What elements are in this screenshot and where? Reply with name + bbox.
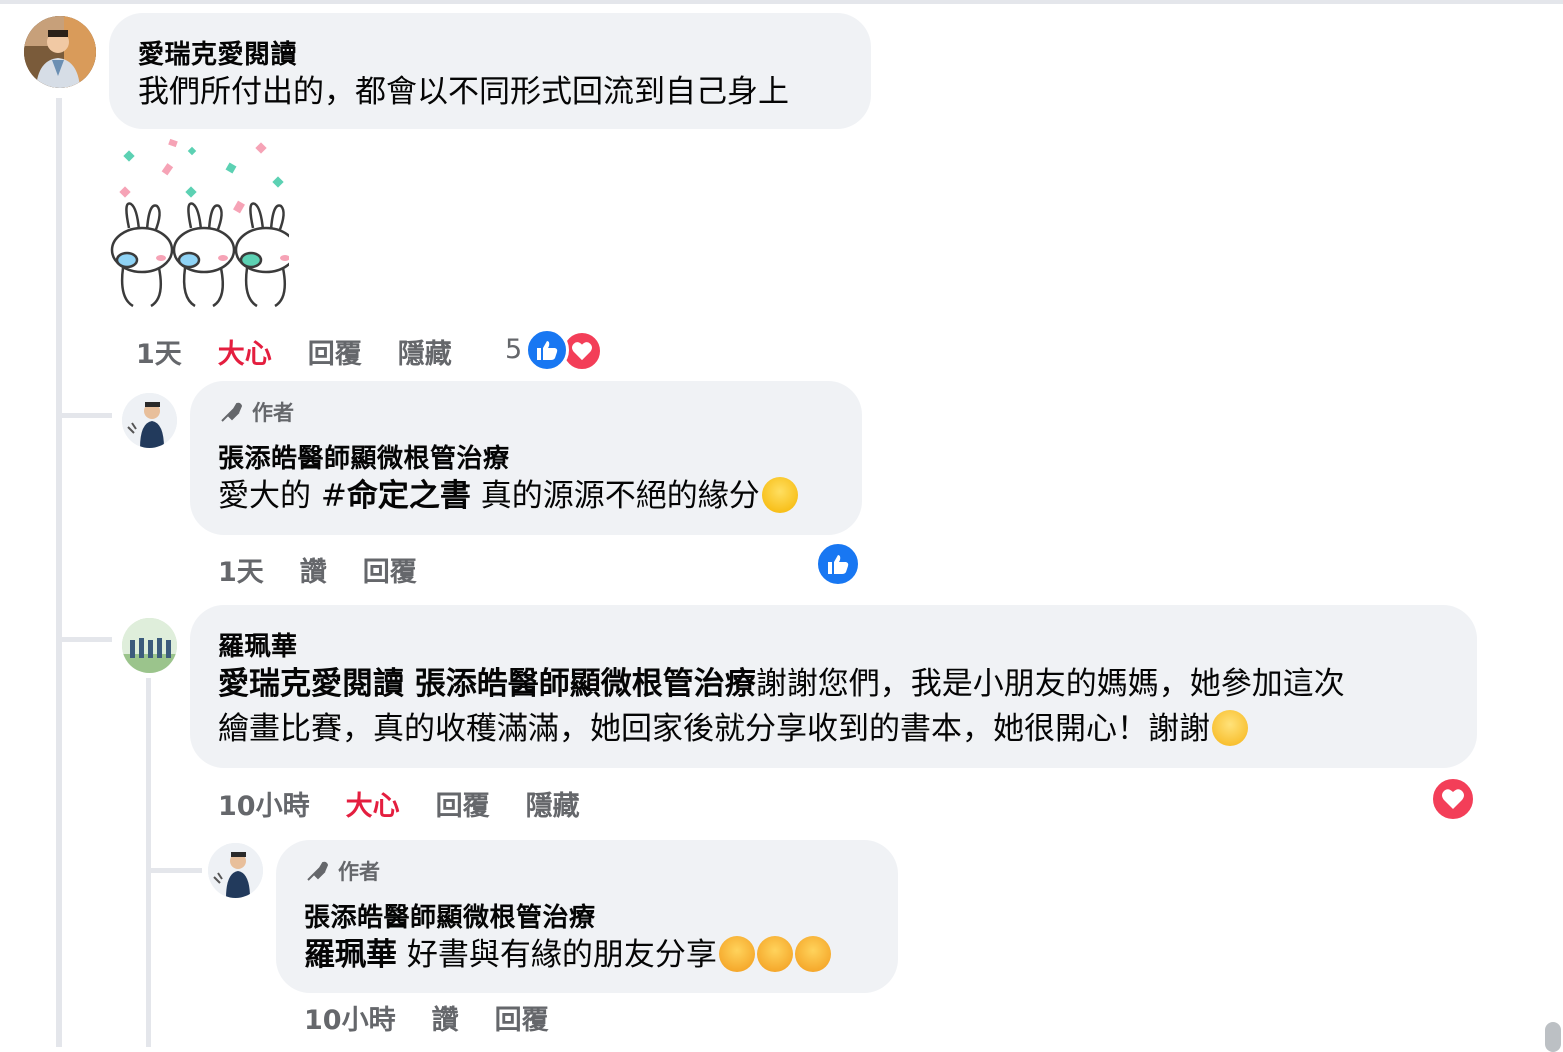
microphone-icon bbox=[221, 402, 243, 422]
author-badge: 作者 bbox=[304, 856, 380, 886]
love-reaction-button[interactable]: 大心 bbox=[218, 332, 272, 371]
reply-button[interactable]: 回覆 bbox=[495, 998, 549, 1037]
thread-line-main bbox=[56, 98, 62, 1047]
reply-button[interactable]: 回覆 bbox=[308, 332, 362, 371]
thread-connector bbox=[56, 413, 112, 418]
commenter-name[interactable]: 愛瑞克愛閱讀 bbox=[138, 34, 297, 71]
comment-actions: 1天 讚 回覆 bbox=[218, 550, 453, 589]
timestamp[interactable]: 1天 bbox=[218, 550, 264, 589]
avatar[interactable] bbox=[122, 618, 177, 673]
comment-actions: 10小時 讚 回覆 bbox=[304, 998, 585, 1037]
commenter-name[interactable]: 羅珮華 bbox=[218, 626, 298, 663]
like-button[interactable]: 讚 bbox=[300, 550, 327, 589]
reply-button[interactable]: 回覆 bbox=[363, 550, 417, 589]
dancing-bunnies-sticker[interactable] bbox=[109, 138, 298, 310]
like-button[interactable]: 讚 bbox=[432, 998, 459, 1037]
thread-connector bbox=[146, 868, 202, 873]
avatar[interactable] bbox=[208, 843, 263, 898]
mention-link[interactable]: 愛瑞克愛閱讀 張添皓醫師顯微根管治療 bbox=[218, 666, 756, 702]
scrollbar-thumb[interactable] bbox=[1545, 1022, 1561, 1052]
avatar[interactable] bbox=[24, 16, 96, 88]
smiling-emoji bbox=[1212, 709, 1248, 746]
timestamp[interactable]: 10小時 bbox=[218, 784, 310, 823]
commenter-name[interactable]: 張添皓醫師顯微根管治療 bbox=[218, 438, 510, 475]
comment-text: 我們所付出的，都會以不同形式回流到自己身上 bbox=[138, 74, 789, 110]
love-reaction-icon[interactable] bbox=[1430, 776, 1476, 822]
smiling-hearts-emoji bbox=[794, 935, 831, 972]
smiling-hearts-emoji bbox=[718, 935, 755, 972]
avatar[interactable] bbox=[122, 393, 177, 448]
author-badge: 作者 bbox=[218, 397, 294, 427]
like-reaction-icon[interactable] bbox=[525, 328, 569, 372]
love-reaction-button[interactable]: 大心 bbox=[346, 784, 400, 823]
mention-link[interactable]: 羅珮華 bbox=[304, 937, 397, 973]
timestamp[interactable]: 1天 bbox=[136, 332, 182, 371]
star-struck-emoji bbox=[761, 476, 798, 513]
comment-text: 愛大的 #命定之書 真的源源不絕的緣分 bbox=[218, 474, 798, 518]
like-reaction-icon[interactable] bbox=[815, 541, 861, 587]
thread-connector bbox=[56, 637, 112, 642]
reaction-count[interactable]: 5 bbox=[505, 334, 522, 365]
hide-button[interactable]: 隱藏 bbox=[398, 332, 452, 371]
comment-actions: 1天 大心 回覆 隱藏 bbox=[136, 332, 488, 371]
hide-button[interactable]: 隱藏 bbox=[526, 784, 580, 823]
hashtag-link[interactable]: 命定之書 bbox=[347, 478, 471, 514]
comment-text: 繪畫比賽，真的收穫滿滿，她回家後就分享收到的書本，她很開心！謝謝 bbox=[218, 707, 1248, 751]
comment-text: 愛瑞克愛閱讀 張添皓醫師顯微根管治療謝謝您們，我是小朋友的媽媽，她參加這次 bbox=[218, 666, 1345, 702]
comment-text: 羅珮華 好書與有緣的朋友分享 bbox=[304, 933, 831, 977]
timestamp[interactable]: 10小時 bbox=[304, 998, 396, 1037]
comment-actions: 10小時 大心 回覆 隱藏 bbox=[218, 784, 616, 823]
reply-button[interactable]: 回覆 bbox=[436, 784, 490, 823]
top-divider bbox=[0, 0, 1563, 4]
microphone-icon bbox=[307, 861, 329, 881]
thread-line-nested bbox=[146, 678, 151, 1047]
smiling-hearts-emoji bbox=[756, 935, 793, 972]
commenter-name[interactable]: 張添皓醫師顯微根管治療 bbox=[304, 897, 596, 934]
